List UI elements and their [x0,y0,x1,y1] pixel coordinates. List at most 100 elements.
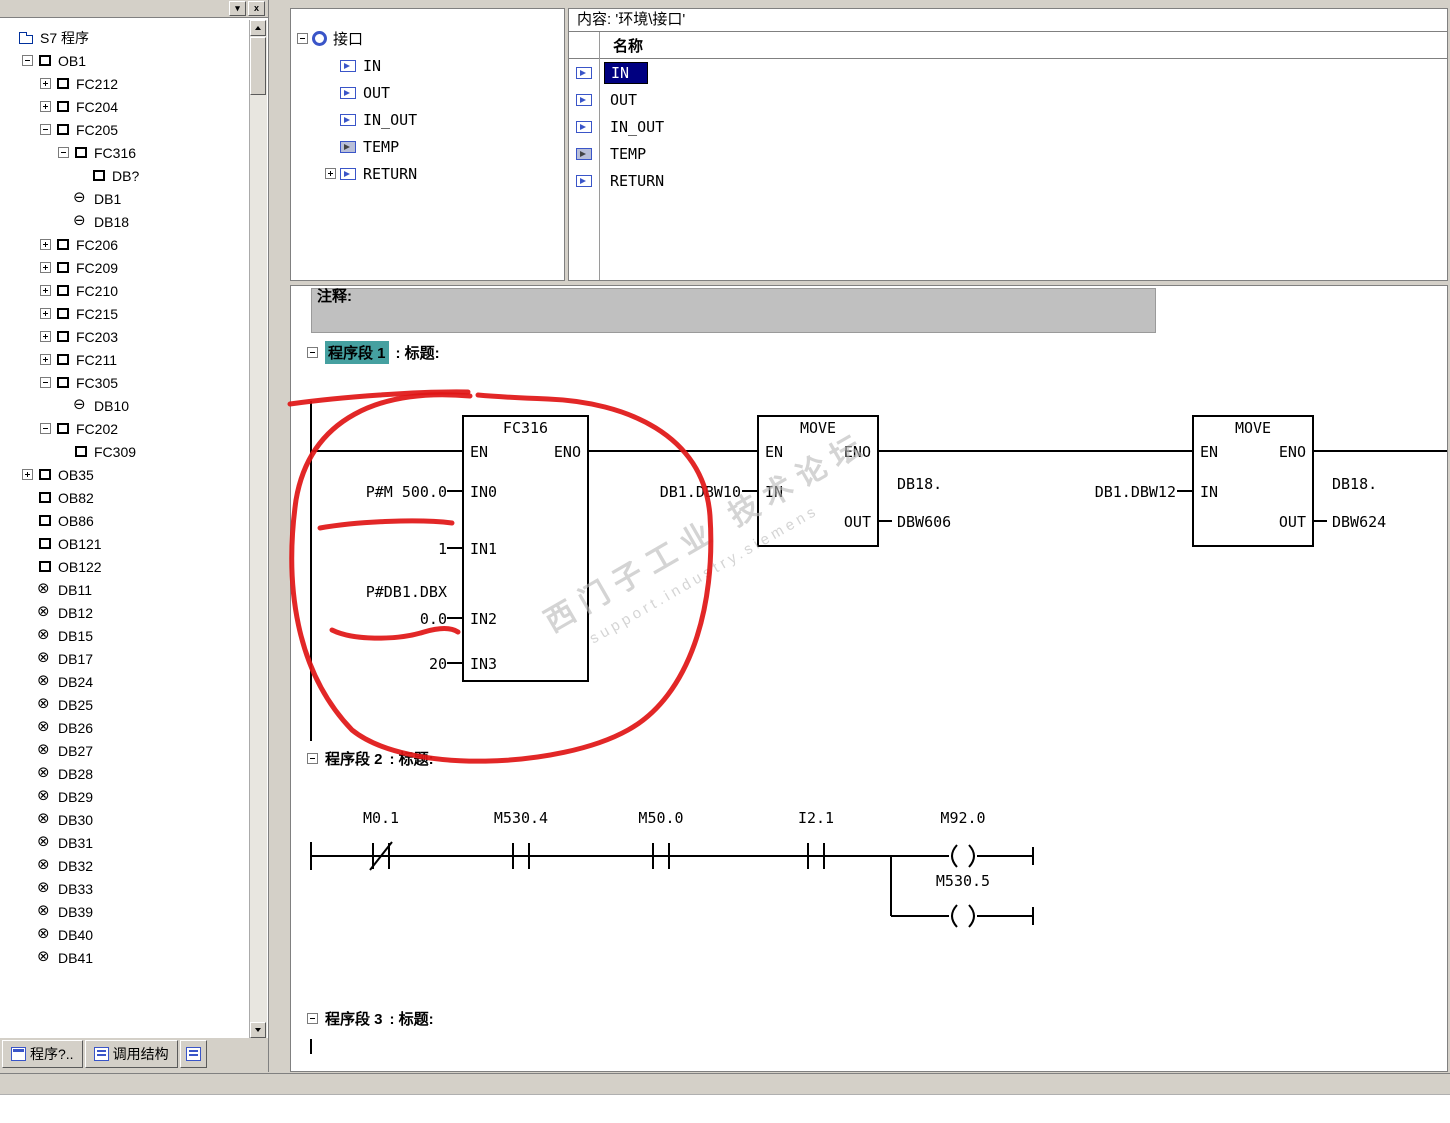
tree-item[interactable]: FC212 [2,72,250,95]
tree-expander-icon[interactable] [40,78,51,89]
tree-item[interactable]: DB29 [2,785,250,808]
tree-expander-icon[interactable] [40,308,51,319]
tree-expander-icon[interactable] [40,101,51,112]
tree-item[interactable]: FC215 [2,302,250,325]
tree-item[interactable]: FC211 [2,348,250,371]
declaration-name-cell[interactable]: TEMP [604,144,652,164]
fc-in2-operand-line1[interactable]: P#DB1.DBX [301,583,447,601]
row-selector[interactable] [569,66,599,79]
declaration-name-cell[interactable]: IN_OUT [604,117,670,137]
tree-item[interactable]: DB17 [2,647,250,670]
tree-item[interactable]: FC316 [2,141,250,164]
declaration-row[interactable]: OUT [569,86,1447,113]
network-1-title[interactable]: 程序段 1 [325,341,389,364]
move2-in-operand[interactable]: DB1.DBW12 [1016,483,1176,501]
tree-item[interactable]: OB122 [2,555,250,578]
network-collapse-icon[interactable] [307,1013,318,1024]
scroll-down-icon[interactable] [250,1022,266,1038]
fc-in1-operand[interactable]: 1 [301,540,447,558]
network-collapse-icon[interactable] [307,347,318,358]
fc-en-pin[interactable]: EN [470,443,488,461]
coil-operand[interactable]: M530.5 [918,872,1008,890]
tree-expander-icon[interactable] [40,239,51,250]
tree-expander-icon[interactable] [22,469,33,480]
expander-icon[interactable] [325,168,336,179]
tree-item[interactable]: FC203 [2,325,250,348]
interface-section[interactable]: TEMP [291,133,564,160]
move2-out-operand-line1[interactable]: DB18. [1332,475,1377,493]
tab-program[interactable]: 程序?.. [2,1040,83,1068]
move1-out-operand-line2[interactable]: DBW606 [897,513,951,531]
tree-item[interactable]: FC204 [2,95,250,118]
dock-close-button[interactable]: x [248,1,265,16]
tree-item[interactable]: FC309 [2,440,250,463]
tree-item[interactable]: DB15 [2,624,250,647]
tree-expander-icon[interactable] [40,285,51,296]
tree-item[interactable]: DB41 [2,946,250,969]
name-column-header[interactable]: 名称 [599,35,643,56]
declaration-name-cell[interactable]: IN [604,61,649,84]
tree-expander-icon[interactable] [40,423,51,434]
fc-in0-pin[interactable]: IN0 [470,483,497,501]
tree-item[interactable]: S7 程序 [2,26,250,49]
move1-in-operand[interactable]: DB1.DBW10 [581,483,741,501]
coil-operand[interactable]: M92.0 [918,809,1008,827]
network-1-header[interactable]: 程序段 1: 标题: [307,341,440,364]
tree-item[interactable]: DB26 [2,716,250,739]
tree-item[interactable]: DB27 [2,739,250,762]
move2-out-pin[interactable]: OUT [1243,513,1306,531]
tree-expander-icon[interactable] [58,147,69,158]
declaration-row[interactable]: RETURN [569,167,1447,194]
tree-item[interactable]: FC205 [2,118,250,141]
move1-en-pin[interactable]: EN [765,443,783,461]
tree-expander-icon[interactable] [40,124,51,135]
dock-menu-button[interactable]: ▾ [229,1,246,16]
tree-item[interactable]: FC210 [2,279,250,302]
move2-in-pin[interactable]: IN [1200,483,1218,501]
move2-out-operand-line2[interactable]: DBW624 [1332,513,1386,531]
tree-item[interactable]: DB10 [2,394,250,417]
tree-expander-icon[interactable] [40,354,51,365]
tree-item[interactable]: DB30 [2,808,250,831]
tree-item[interactable]: OB121 [2,532,250,555]
fc-in1-pin[interactable]: IN1 [470,540,497,558]
row-selector[interactable] [569,120,599,133]
row-selector[interactable] [569,93,599,106]
tree-scrollbar[interactable] [249,20,267,1038]
move2-block-title[interactable]: MOVE [1193,419,1313,437]
tree-item[interactable]: FC209 [2,256,250,279]
scrollbar-thumb[interactable] [250,37,266,95]
declaration-name-cell[interactable]: OUT [604,90,643,110]
tree-item[interactable]: DB24 [2,670,250,693]
scroll-up-icon[interactable] [250,20,266,36]
row-selector[interactable] [569,147,599,160]
tree-item[interactable]: OB86 [2,509,250,532]
tree-item[interactable]: DB11 [2,578,250,601]
tree-item[interactable]: DB31 [2,831,250,854]
network-collapse-icon[interactable] [307,753,318,764]
fc-in3-operand[interactable]: 20 [301,655,447,673]
fc-in2-operand-line2[interactable]: 0.0 [301,610,447,628]
interface-section[interactable]: OUT [291,79,564,106]
network-3-title[interactable]: 程序段 3 [325,1008,383,1029]
tree-item[interactable]: FC305 [2,371,250,394]
tab-details[interactable] [179,1040,207,1068]
tree-item[interactable]: FC206 [2,233,250,256]
interface-section[interactable]: IN [291,52,564,79]
tree-item[interactable]: DB25 [2,693,250,716]
ladder-canvas[interactable] [291,286,1448,1072]
tree-item[interactable]: DB33 [2,877,250,900]
move1-block-title[interactable]: MOVE [758,419,878,437]
tree-item[interactable]: DB18 [2,210,250,233]
network-3-header[interactable]: 程序段 3: 标题: [307,1008,434,1029]
fc-block-title[interactable]: FC316 [463,419,588,437]
collapse-icon[interactable] [297,33,308,44]
tree-item[interactable]: DB28 [2,762,250,785]
tree-item[interactable]: FC202 [2,417,250,440]
tree-item[interactable]: OB35 [2,463,250,486]
move1-out-operand-line1[interactable]: DB18. [897,475,942,493]
fc-in0-operand[interactable]: P#M 500.0 [301,483,447,501]
tree-item[interactable]: DB? [2,164,250,187]
tree-item[interactable]: OB1 [2,49,250,72]
network-2-header[interactable]: 程序段 2: 标题: [307,748,434,769]
